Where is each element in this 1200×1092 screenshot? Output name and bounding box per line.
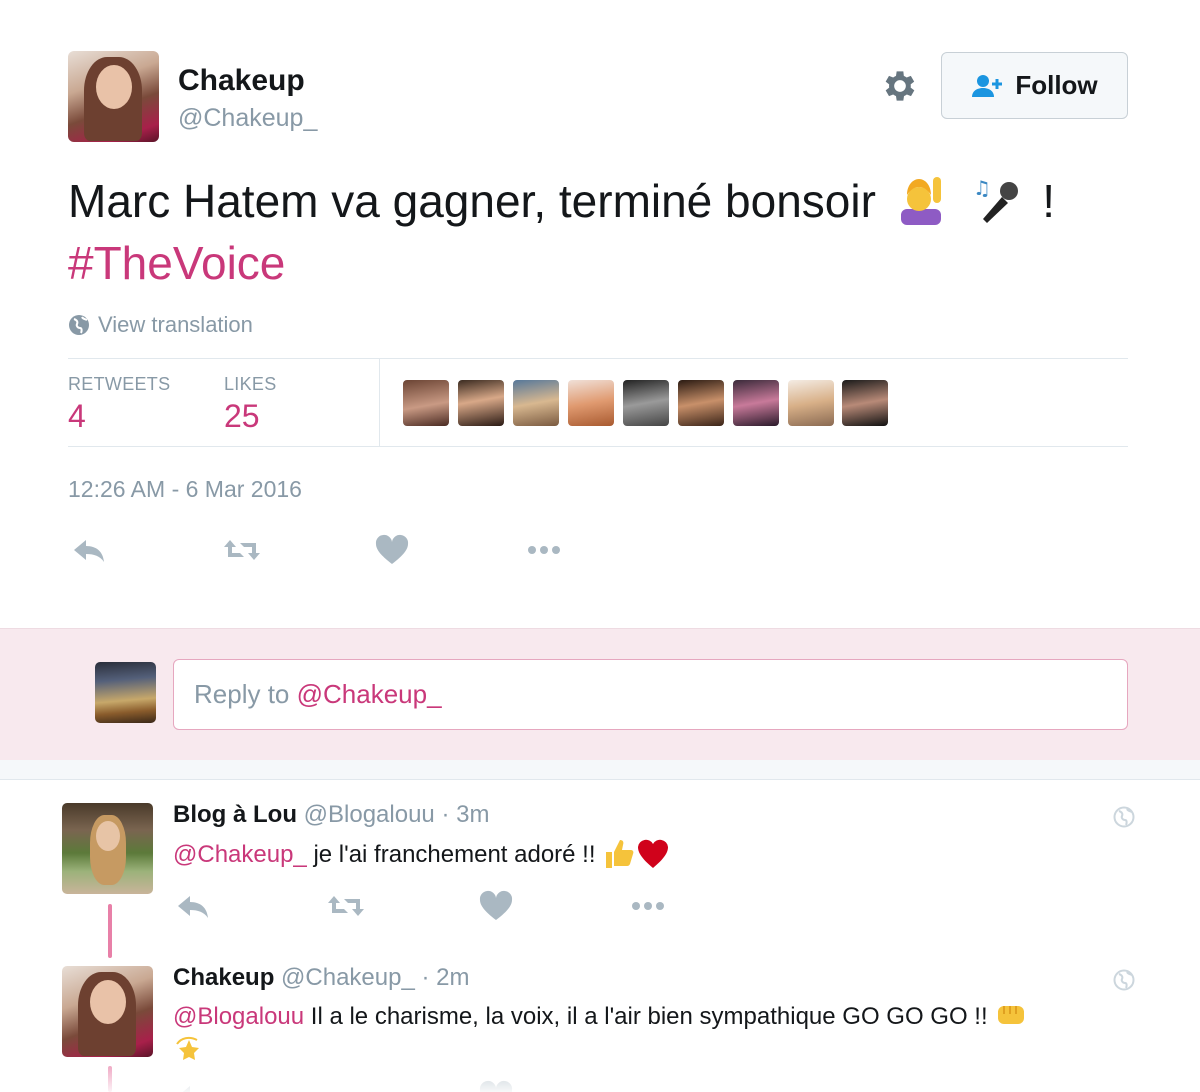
liker-avatar[interactable] <box>788 380 834 426</box>
reply-text: @Chakeup_ je l'ai franchement adoré !! <box>173 836 1123 872</box>
reply-mention[interactable]: @Blogalouu <box>173 1003 304 1030</box>
view-translation-link[interactable]: View translation <box>68 312 253 338</box>
liker-avatar[interactable] <box>842 380 888 426</box>
reply-author-name[interactable]: Chakeup <box>173 964 274 991</box>
heart-icon[interactable] <box>476 890 516 922</box>
gear-icon[interactable] <box>880 66 920 106</box>
reply-author-handle[interactable]: @Blogalouu <box>304 801 435 828</box>
view-translation-label: View translation <box>98 312 253 337</box>
retweet-icon[interactable] <box>326 890 366 922</box>
current-user-avatar[interactable] <box>95 662 156 723</box>
reply-avatar[interactable] <box>62 966 153 1057</box>
reply-time[interactable]: · 3m <box>441 801 489 828</box>
svg-text:♫: ♫ <box>973 176 991 200</box>
red-heart-emoji <box>638 839 669 868</box>
reply-header: Chakeup @Chakeup_ · 2m <box>173 964 469 992</box>
author-name[interactable]: Chakeup <box>178 64 305 98</box>
likes-count[interactable]: 25 <box>224 398 260 435</box>
reply-icon[interactable] <box>174 890 214 922</box>
liker-avatar[interactable] <box>513 380 559 426</box>
reply-author-name[interactable]: Blog à Lou <box>173 801 297 828</box>
reply-time[interactable]: · 2m <box>421 964 469 991</box>
retweets-count[interactable]: 4 <box>68 398 86 435</box>
section-separator <box>0 760 1200 780</box>
liker-avatar[interactable] <box>733 380 779 426</box>
fist-emoji <box>998 1006 1025 1024</box>
more-icon[interactable] <box>524 534 564 566</box>
person-raising-hand-emoji <box>900 177 941 225</box>
stats-vertical-divider <box>379 359 380 447</box>
stats-divider-top <box>68 358 1128 359</box>
retweets-label: RETWEETS <box>68 374 171 394</box>
microphone-emoji: ♫ <box>973 176 1019 223</box>
reply-avatar[interactable] <box>62 803 153 894</box>
thread-line <box>108 904 112 958</box>
follow-user-icon <box>972 74 1003 97</box>
reply-body: Il a le charisme, la voix, il a l'air bi… <box>304 1003 988 1030</box>
liker-avatar[interactable] <box>568 380 614 426</box>
bottom-fade <box>0 1060 1200 1092</box>
liker-avatar[interactable] <box>403 380 449 426</box>
tweet-end: ! <box>1042 175 1056 227</box>
author-avatar[interactable] <box>68 51 159 142</box>
tweet-text: Marc Hatem va gagner, terminé bonsoir ♫ … <box>68 170 1148 294</box>
stats-divider-bottom <box>68 446 1128 447</box>
author-handle[interactable]: @Chakeup_ <box>178 104 317 133</box>
more-icon[interactable] <box>628 890 668 922</box>
hashtag-link[interactable]: #TheVoice <box>68 237 285 289</box>
heart-icon[interactable] <box>372 534 412 566</box>
follow-label: Follow <box>1015 70 1098 100</box>
liker-avatar[interactable] <box>458 380 504 426</box>
reply-body: je l'ai franchement adoré !! <box>306 841 596 868</box>
reply-input[interactable]: Reply to @Chakeup_ <box>173 659 1128 730</box>
reply-header: Blog à Lou @Blogalouu · 3m <box>173 801 489 829</box>
tweet-timestamp[interactable]: 12:26 AM - 6 Mar 2016 <box>68 476 302 503</box>
tweet-body: Marc Hatem va gagner, terminé bonsoir <box>68 175 876 227</box>
retweet-icon[interactable] <box>222 534 262 566</box>
follow-button[interactable]: Follow <box>941 52 1128 119</box>
reply-mention: @Chakeup_ <box>296 679 442 709</box>
liker-avatar[interactable] <box>678 380 724 426</box>
reply-mention[interactable]: @Chakeup_ <box>173 841 307 868</box>
reply-icon[interactable] <box>70 534 110 566</box>
globe-icon[interactable] <box>1113 969 1135 991</box>
reply-author-handle[interactable]: @Chakeup_ <box>281 964 415 991</box>
thumbs-up-emoji <box>606 840 634 868</box>
reply-prefix: Reply to <box>194 679 290 709</box>
globe-icon <box>69 315 89 335</box>
globe-icon[interactable] <box>1113 806 1135 828</box>
liker-avatar[interactable] <box>623 380 669 426</box>
likes-label: LIKES <box>224 374 277 394</box>
